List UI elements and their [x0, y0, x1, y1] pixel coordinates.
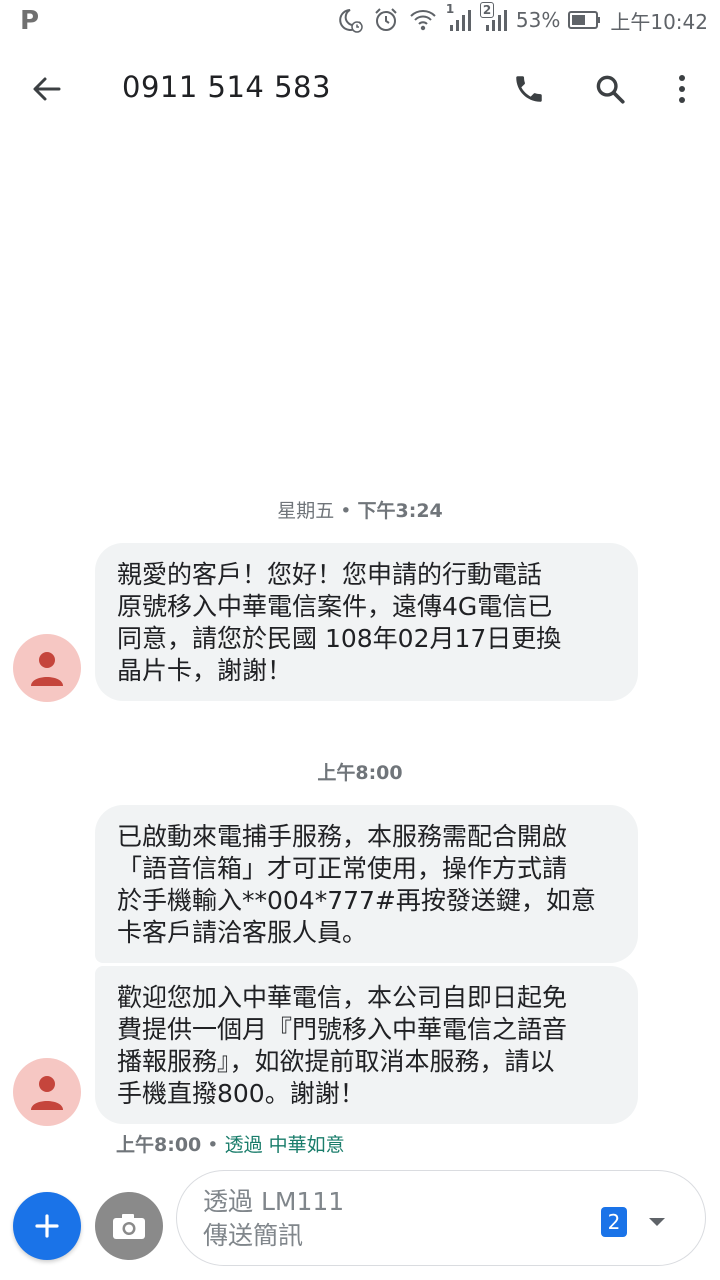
battery-percent: 53% — [515, 8, 561, 32]
back-arrow-icon — [33, 77, 61, 101]
search-icon — [596, 75, 625, 104]
sim-dropdown-button[interactable] — [647, 1213, 667, 1232]
message-compose-field[interactable]: 透過 LM111 傳送簡訊 2 — [176, 1170, 706, 1266]
status-bar: P 1 2 53% 上午10:42 — [0, 0, 720, 40]
call-button[interactable] — [504, 64, 554, 114]
more-vert-icon — [679, 75, 685, 103]
sender-avatar[interactable] — [13, 634, 81, 702]
battery-icon — [568, 10, 602, 30]
plus-icon — [35, 1214, 59, 1238]
messages-screen: P 1 2 53% 上午10:42 0911 514 583 星期五 • 下午3… — [0, 0, 720, 1280]
app-bar: 0911 514 583 — [0, 44, 720, 134]
timestamp-time: 下午3:24 — [357, 500, 443, 522]
alarm-icon — [372, 6, 400, 34]
signal-sim2-icon: 2 — [479, 2, 508, 34]
message-bubble[interactable]: 已啟動來電捕手服務，本服務需配合開啟 「語音信箱」才可正常使用，操作方式請 於手… — [95, 805, 638, 963]
person-icon — [31, 652, 63, 686]
search-button[interactable] — [585, 64, 635, 114]
sim2-label: 2 — [479, 2, 495, 18]
compose-placeholder: 透過 LM111 傳送簡訊 — [203, 1187, 345, 1250]
dropdown-triangle-icon — [649, 1218, 665, 1226]
signal-sim1-icon: 1 — [446, 2, 472, 34]
back-button[interactable] — [22, 64, 72, 114]
status-app-glyph: P — [20, 6, 40, 36]
meta-separator: • — [201, 1134, 225, 1156]
sender-avatar[interactable] — [13, 1058, 81, 1126]
sim-selector-badge[interactable]: 2 — [601, 1207, 627, 1237]
timestamp-day: 星期五 • — [277, 500, 358, 522]
message-bubble[interactable]: 歡迎您加入中華電信，本公司自即日起免 費提供一個月『門號移入中華電信之語音 播報… — [95, 966, 638, 1124]
person-icon — [31, 1076, 63, 1110]
camera-button[interactable] — [95, 1192, 163, 1260]
message-bubble[interactable]: 親愛的客戶！您好！您申請的行動電話 原號移入中華電信案件，遠傳4G電信已 同意，… — [95, 543, 638, 701]
message-meta: 上午8:00 • 透過 中華如意 — [116, 1130, 345, 1157]
more-options-button[interactable] — [657, 64, 707, 114]
status-clock: 上午10:42 — [610, 9, 708, 34]
sim1-label: 1 — [445, 2, 455, 16]
phone-icon — [516, 76, 542, 102]
status-indicators: 1 2 53% 上午10:42 — [336, 2, 708, 36]
timestamp-divider: 星期五 • 下午3:24 — [0, 496, 720, 523]
do-not-disturb-icon — [336, 6, 364, 34]
camera-icon — [113, 1214, 145, 1239]
add-attachment-button[interactable] — [13, 1192, 81, 1260]
timestamp-divider: 上午8:00 — [317, 762, 403, 784]
sim-carrier-label: 透過 中華如意 — [224, 1134, 345, 1156]
message-time: 上午8:00 — [116, 1134, 202, 1156]
conversation-title: 0911 514 583 — [122, 70, 331, 104]
wifi-icon — [408, 6, 438, 34]
